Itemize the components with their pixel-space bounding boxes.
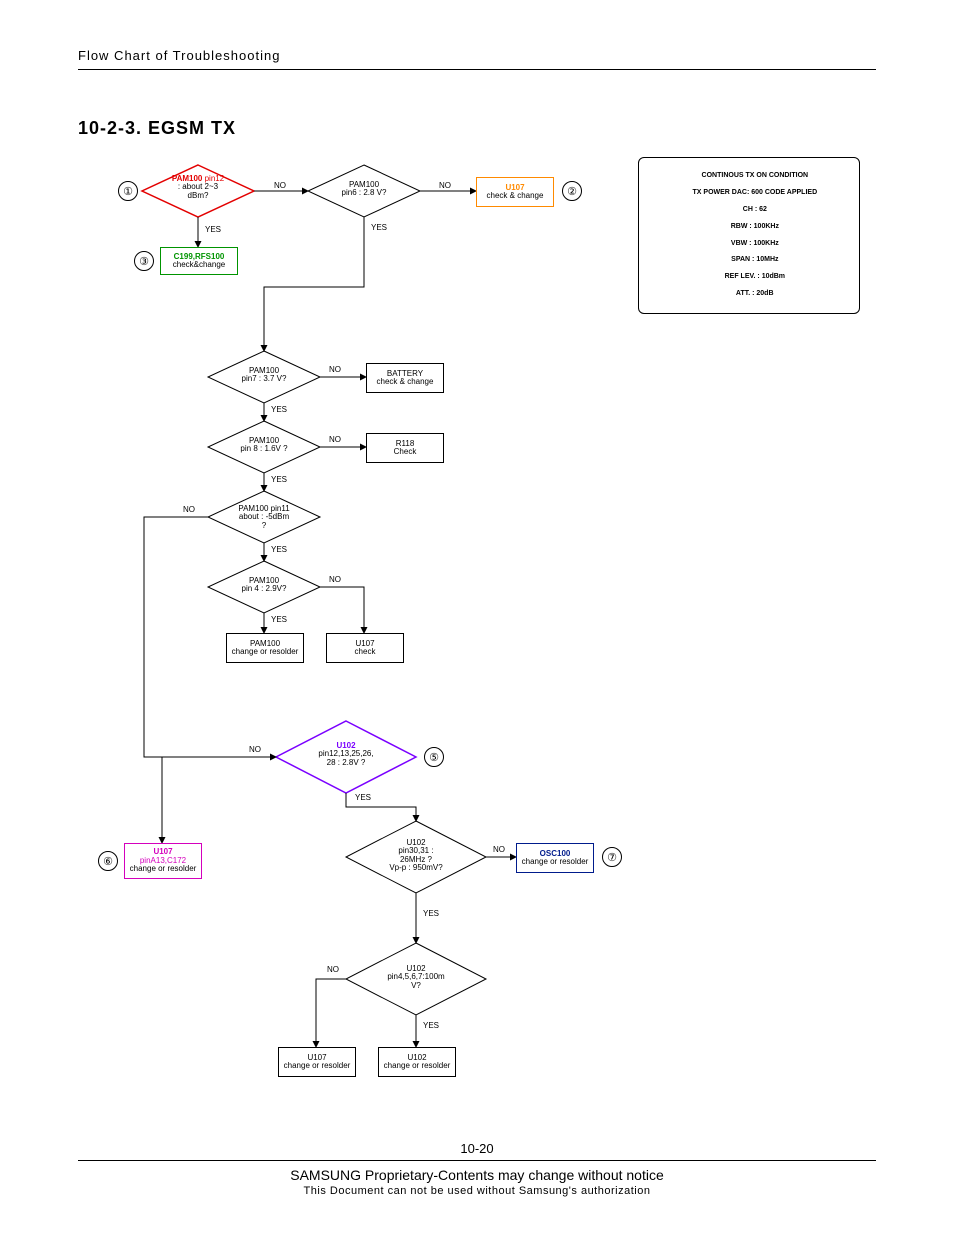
process-pam100-resolder: PAM100change or resolder xyxy=(226,633,304,663)
decision-u102-100mv: U102pin4,5,6,7:100mV? xyxy=(346,965,486,990)
process-u107-pina13: U107 pinA13,C172 change or resolder xyxy=(124,843,202,879)
edge-no: NO xyxy=(492,845,506,854)
decision-u102-28v: U102 pin12,13,25,26,28 : 2.8V ? xyxy=(276,742,416,767)
process-r118-check: R118Check xyxy=(366,433,444,463)
edge-yes: YES xyxy=(204,225,222,234)
marker-7: ⑦ xyxy=(602,847,622,867)
marker-6: ⑥ xyxy=(98,851,118,871)
running-head: Flow Chart of Troubleshooting xyxy=(78,48,876,70)
process-u107-check: U107check xyxy=(326,633,404,663)
edge-yes: YES xyxy=(370,223,388,232)
process-u107-resolder-2: U107change or resolder xyxy=(278,1047,356,1077)
decision-pam100-pin11: PAM100 pin11about : -5dBm? xyxy=(208,505,320,530)
page-number: 10-20 xyxy=(78,1141,876,1161)
footer-proprietary: SAMSUNG Proprietary-Contents may change … xyxy=(78,1167,876,1183)
edge-no: NO xyxy=(328,575,342,584)
edge-no: NO xyxy=(326,965,340,974)
edge-yes: YES xyxy=(354,793,372,802)
process-battery-check: BATTERYcheck & change xyxy=(366,363,444,393)
process-c199-rfs100: C199,RFS100 check&change xyxy=(160,247,238,275)
edge-no: NO xyxy=(328,365,342,374)
condition-info-box: CONTINOUS TX ON CONDITION TX POWER DAC: … xyxy=(638,157,860,314)
marker-2: ② xyxy=(562,181,582,201)
edge-yes: YES xyxy=(270,545,288,554)
decision-pam100-pin12: PAM100 pin12 : about 2~3 dBm? xyxy=(142,175,254,200)
process-u107-check-change: U107 check & change xyxy=(476,177,554,207)
decision-u102-26mhz: U102pin30,31 :26MHz ?Vp-p : 950mV? xyxy=(346,839,486,873)
edge-yes: YES xyxy=(422,1021,440,1030)
flowchart-canvas: CONTINOUS TX ON CONDITION TX POWER DAC: … xyxy=(78,157,876,1137)
edge-no: NO xyxy=(438,181,452,190)
edge-yes: YES xyxy=(422,909,440,918)
edge-no: NO xyxy=(248,745,262,754)
section-title: 10-2-3. EGSM TX xyxy=(78,118,876,139)
edge-yes: YES xyxy=(270,475,288,484)
decision-pam100-pin8: PAM100pin 8 : 1.6V ? xyxy=(208,437,320,454)
marker-1: ① xyxy=(118,181,138,201)
process-osc100-resolder: OSC100 change or resolder xyxy=(516,843,594,873)
edge-no: NO xyxy=(182,505,196,514)
decision-pam100-pin4: PAM100pin 4 : 2.9V? xyxy=(208,577,320,594)
edge-no: NO xyxy=(328,435,342,444)
marker-3: ③ xyxy=(134,251,154,271)
process-u102-resolder: U102change or resolder xyxy=(378,1047,456,1077)
edge-no: NO xyxy=(273,181,287,190)
edge-yes: YES xyxy=(270,405,288,414)
marker-5: ⑤ xyxy=(424,747,444,767)
decision-pam100-pin7: PAM100pin7 : 3.7 V? xyxy=(208,367,320,384)
footer-authorization: This Document can not be used without Sa… xyxy=(78,1185,876,1197)
edge-yes: YES xyxy=(270,615,288,624)
decision-pam100-pin6: PAM100pin6 : 2.8 V? xyxy=(308,181,420,198)
